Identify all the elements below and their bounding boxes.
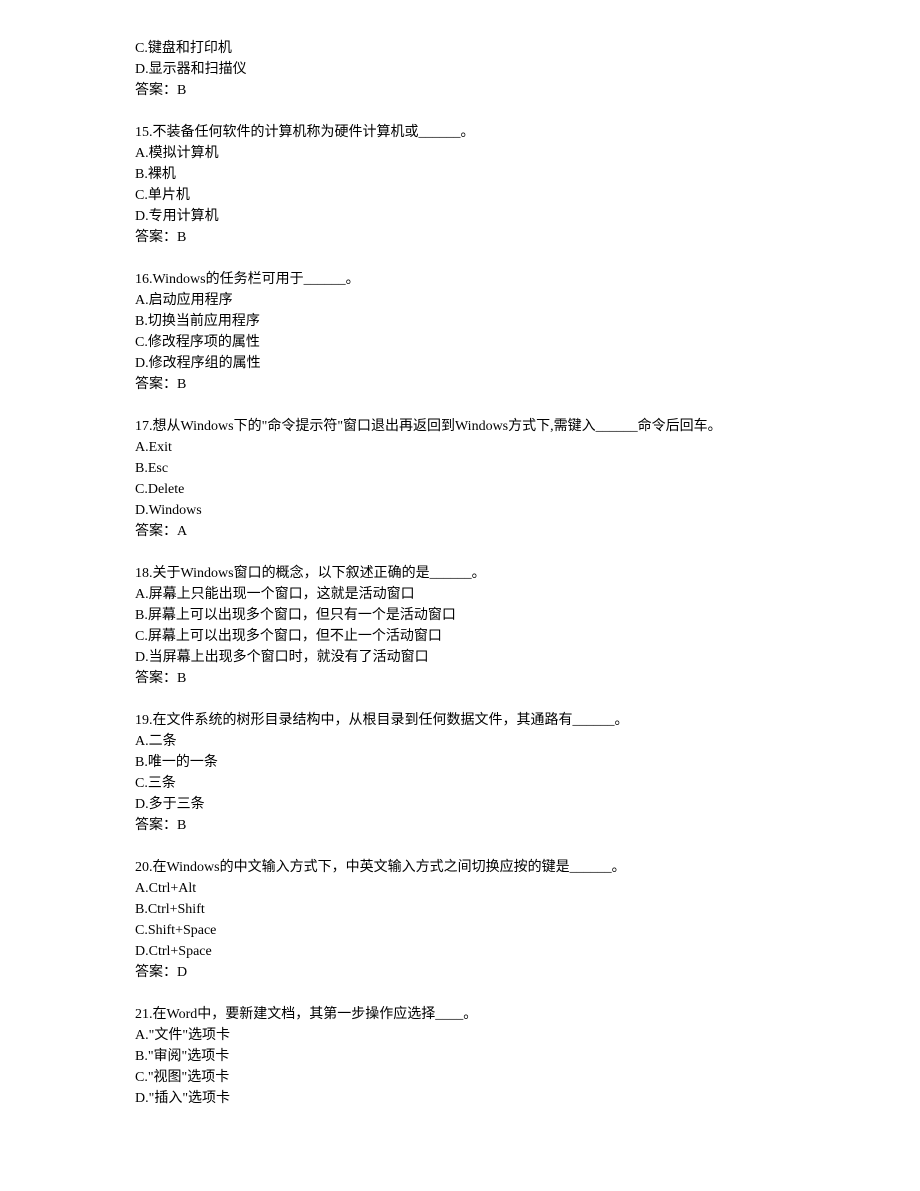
option-text: C.Shift+Space — [135, 920, 920, 941]
option-text: C.单片机 — [135, 185, 920, 206]
option-text: D.Ctrl+Space — [135, 941, 920, 962]
option-text: D.修改程序组的属性 — [135, 353, 920, 374]
option-text: C.键盘和打印机 — [135, 38, 920, 59]
question-block: 18.关于Windows窗口的概念，以下叙述正确的是______。 A.屏幕上只… — [135, 563, 920, 689]
answer-text: 答案：B — [135, 374, 920, 395]
option-text: D.Windows — [135, 500, 920, 521]
question-block: 15.不装备任何软件的计算机称为硬件计算机或______。 A.模拟计算机 B.… — [135, 122, 920, 248]
option-text: C."视图"选项卡 — [135, 1067, 920, 1088]
question-block: 21.在Word中，要新建文档，其第一步操作应选择____。 A."文件"选项卡… — [135, 1004, 920, 1109]
question-stem: 18.关于Windows窗口的概念，以下叙述正确的是______。 — [135, 563, 920, 584]
option-text: C.Delete — [135, 479, 920, 500]
option-text: A.屏幕上只能出现一个窗口，这就是活动窗口 — [135, 584, 920, 605]
option-text: B.唯一的一条 — [135, 752, 920, 773]
option-text: A."文件"选项卡 — [135, 1025, 920, 1046]
option-text: D.显示器和扫描仪 — [135, 59, 920, 80]
option-text: A.模拟计算机 — [135, 143, 920, 164]
answer-text: 答案：B — [135, 815, 920, 836]
option-text: C.屏幕上可以出现多个窗口，但不止一个活动窗口 — [135, 626, 920, 647]
question-stem: 21.在Word中，要新建文档，其第一步操作应选择____。 — [135, 1004, 920, 1025]
answer-text: 答案：A — [135, 521, 920, 542]
question-stem: 19.在文件系统的树形目录结构中，从根目录到任何数据文件，其通路有______。 — [135, 710, 920, 731]
document-page: C.键盘和打印机 D.显示器和扫描仪 答案：B 15.不装备任何软件的计算机称为… — [0, 0, 920, 1159]
question-stem: 20.在Windows的中文输入方式下，中英文输入方式之间切换应按的键是____… — [135, 857, 920, 878]
option-text: B.Ctrl+Shift — [135, 899, 920, 920]
option-text: B.Esc — [135, 458, 920, 479]
answer-text: 答案：B — [135, 227, 920, 248]
option-text: D.专用计算机 — [135, 206, 920, 227]
option-text: A.二条 — [135, 731, 920, 752]
answer-text: 答案：D — [135, 962, 920, 983]
question-stem: 16.Windows的任务栏可用于______。 — [135, 269, 920, 290]
answer-text: 答案：B — [135, 668, 920, 689]
option-text: A.Ctrl+Alt — [135, 878, 920, 899]
option-text: D."插入"选项卡 — [135, 1088, 920, 1109]
option-text: C.修改程序项的属性 — [135, 332, 920, 353]
question-block: 20.在Windows的中文输入方式下，中英文输入方式之间切换应按的键是____… — [135, 857, 920, 983]
option-text: B.切换当前应用程序 — [135, 311, 920, 332]
question-block: 16.Windows的任务栏可用于______。 A.启动应用程序 B.切换当前… — [135, 269, 920, 395]
question-stem: 17.想从Windows下的"命令提示符"窗口退出再返回到Windows方式下,… — [135, 416, 920, 437]
question-block: 17.想从Windows下的"命令提示符"窗口退出再返回到Windows方式下,… — [135, 416, 920, 542]
option-text: A.Exit — [135, 437, 920, 458]
option-text: B."审阅"选项卡 — [135, 1046, 920, 1067]
question-fragment: C.键盘和打印机 D.显示器和扫描仪 答案：B — [135, 38, 920, 101]
option-text: B.屏幕上可以出现多个窗口，但只有一个是活动窗口 — [135, 605, 920, 626]
option-text: D.多于三条 — [135, 794, 920, 815]
answer-text: 答案：B — [135, 80, 920, 101]
question-stem: 15.不装备任何软件的计算机称为硬件计算机或______。 — [135, 122, 920, 143]
option-text: B.裸机 — [135, 164, 920, 185]
question-block: 19.在文件系统的树形目录结构中，从根目录到任何数据文件，其通路有______。… — [135, 710, 920, 836]
option-text: C.三条 — [135, 773, 920, 794]
option-text: D.当屏幕上出现多个窗口时，就没有了活动窗口 — [135, 647, 920, 668]
option-text: A.启动应用程序 — [135, 290, 920, 311]
